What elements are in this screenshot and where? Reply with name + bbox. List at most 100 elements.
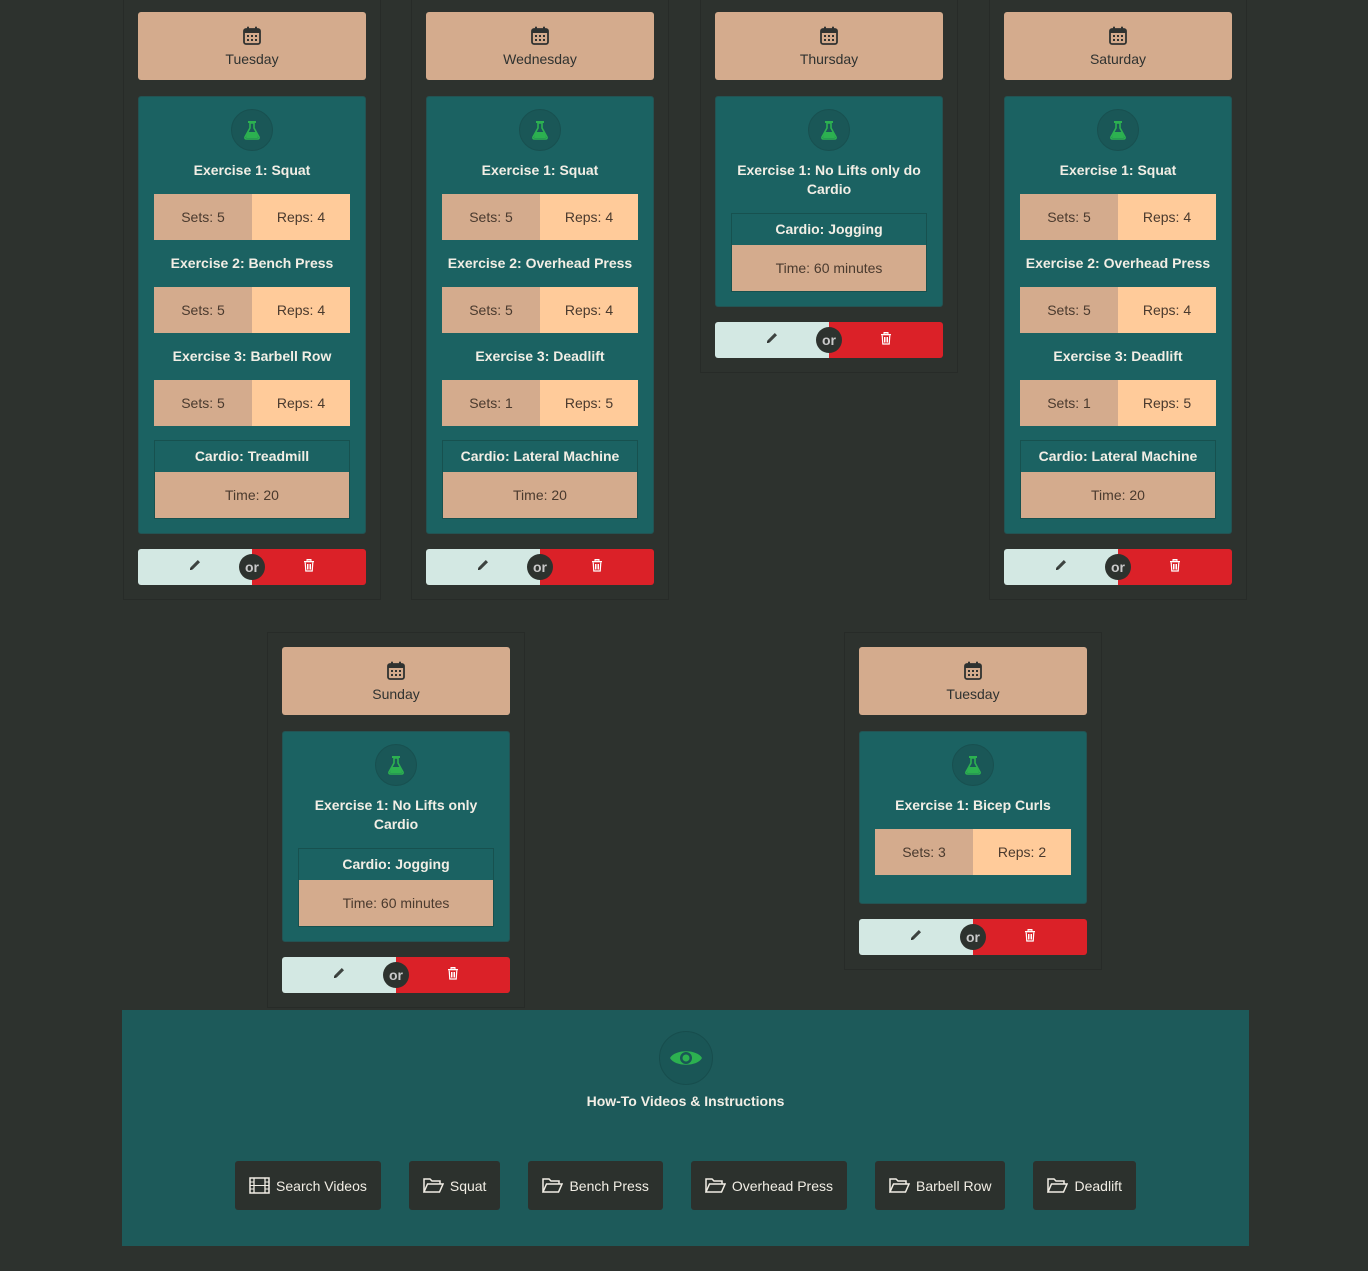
delete-button[interactable] — [252, 549, 366, 585]
folder-open-icon — [889, 1177, 910, 1194]
workout-panel: Exercise 1: Squat Sets: 5 Reps: 4 Exercise … — [426, 96, 654, 534]
exercise-title: Exercise 3: Barbell Row — [172, 348, 332, 364]
day-card: Wednesday Exercise 1: Squat Sets: 5 Reps: 4… — [411, 0, 669, 600]
video-folder-button[interactable]: Squat — [408, 1161, 501, 1210]
sets-reps-row: Sets: 5 Reps: 4 — [154, 194, 350, 240]
exercise-title: Exercise 1: No Lifts only do Cardio — [737, 162, 921, 197]
video-folder-button[interactable]: Bench Press — [528, 1161, 663, 1210]
day-header: Tuesday — [138, 12, 366, 80]
cardio-time: Time: 60 minutes — [299, 880, 493, 926]
trash-icon — [879, 331, 893, 350]
edit-button[interactable] — [859, 919, 973, 955]
workout-panel: Exercise 1: Squat Sets: 5 Reps: 4 Exercise … — [138, 96, 366, 534]
cardio-block: Cardio: Jogging Time: 60 minutes — [731, 213, 927, 292]
reps-value: Reps: 4 — [1118, 287, 1216, 333]
folder-open-icon — [422, 1177, 444, 1194]
sets-value: Sets: 1 — [442, 380, 540, 426]
sets-reps-row: Sets: 5 Reps: 4 — [1020, 194, 1216, 240]
flask-icon — [375, 744, 417, 786]
cardio-time: Time: 60 minutes — [732, 245, 926, 291]
cardio-block: Cardio: Lateral Machine Time: 20 — [442, 440, 638, 519]
film-icon — [249, 1177, 270, 1194]
exercise-title: Exercise 1: Squat — [1059, 162, 1177, 178]
cardio-time: Time: 20 — [155, 472, 349, 518]
card-actions: or — [715, 322, 943, 358]
day-card: Tuesday Exercise 1: Bicep Curls Sets: 3 Rep… — [844, 632, 1102, 970]
pencil-icon — [1054, 558, 1068, 577]
or-separator: or — [960, 924, 986, 950]
exercise-title: Exercise 3: Deadlift — [475, 348, 605, 364]
exercise-title: Exercise 2: Overhead Press — [1025, 255, 1211, 271]
or-separator: or — [816, 327, 842, 353]
card-actions: or — [1004, 549, 1232, 585]
pencil-icon — [188, 558, 202, 577]
exercise-title: Exercise 2: Overhead Press — [447, 255, 633, 271]
folder-open-icon — [704, 1177, 726, 1194]
cardio-time: Time: 20 — [1021, 472, 1215, 518]
delete-button[interactable] — [829, 322, 943, 358]
sets-value: Sets: 5 — [154, 380, 252, 426]
edit-button[interactable] — [1004, 549, 1118, 585]
cardio-block: Cardio: Lateral Machine Time: 20 — [1020, 440, 1216, 519]
delete-button[interactable] — [540, 549, 654, 585]
video-folder-button[interactable]: Overhead Press — [690, 1161, 847, 1210]
exercise-title: Exercise 1: Squat — [193, 162, 311, 178]
calendar-icon — [386, 661, 406, 686]
workout-panel: Exercise 1: No Lifts only do Cardio Cardi… — [715, 96, 943, 307]
sets-value: Sets: 5 — [442, 287, 540, 333]
calendar-icon — [819, 26, 839, 51]
day-card: Tuesday Exercise 1: Squat Sets: 5 Reps: 4 Ex… — [123, 0, 381, 600]
edit-button[interactable] — [426, 549, 540, 585]
workout-panel: Exercise 1: Squat Sets: 5 Reps: 4 Exercise … — [1004, 96, 1232, 534]
day-header: Thursday — [715, 12, 943, 80]
or-separator: or — [383, 962, 409, 988]
reps-value: Reps: 4 — [540, 287, 638, 333]
video-button-label: Deadlift — [1074, 1177, 1122, 1194]
delete-button[interactable] — [396, 957, 510, 993]
day-card: Sunday Exercise 1: No Lifts only Cardio Ca… — [267, 632, 525, 1008]
edit-button[interactable] — [282, 957, 396, 993]
flask-icon — [519, 109, 561, 151]
day-card: Saturday Exercise 1: Squat Sets: 5 Reps: 4E… — [989, 0, 1247, 600]
search-videos-button[interactable]: Search Videos — [235, 1161, 381, 1210]
trash-icon — [302, 558, 316, 577]
eye-icon — [658, 1031, 713, 1085]
pencil-icon — [476, 558, 490, 577]
sets-reps-row: Sets: 1 Reps: 5 — [442, 380, 638, 426]
day-label: Tuesday — [946, 685, 1000, 702]
howto-panel: How-To Videos & Instructions Search Vide… — [122, 1010, 1249, 1246]
video-button-label: Bench Press — [569, 1177, 649, 1194]
calendar-icon — [242, 26, 262, 51]
day-header: Wednesday — [426, 12, 654, 80]
reps-value: Reps: 5 — [540, 380, 638, 426]
day-label: Thursday — [799, 50, 859, 67]
sets-value: Sets: 5 — [442, 194, 540, 240]
folder-open-icon — [1047, 1177, 1069, 1194]
day-header: Saturday — [1004, 12, 1232, 80]
flask-icon — [1097, 109, 1139, 151]
exercise-title: Exercise 1: No Lifts only Cardio — [314, 797, 478, 832]
day-label: Sunday — [372, 685, 420, 702]
day-label: Wednesday — [503, 50, 577, 67]
day-card: Thursday Exercise 1: No Lifts only do Car… — [700, 0, 958, 373]
sets-reps-row: Sets: 3 Reps: 2 — [875, 829, 1071, 875]
video-folder-button[interactable]: Deadlift — [1033, 1161, 1136, 1210]
cardio-title: Cardio: Lateral Machine — [1038, 448, 1198, 464]
delete-button[interactable] — [1118, 549, 1232, 585]
delete-button[interactable] — [973, 919, 1087, 955]
exercise-title: Exercise 2: Bench Press — [170, 255, 334, 271]
reps-value: Reps: 4 — [1118, 194, 1216, 240]
cardio-block: Cardio: Treadmill Time: 20 — [154, 440, 350, 519]
pencil-icon — [332, 966, 346, 985]
cardio-title: Cardio: Treadmill — [194, 448, 310, 464]
reps-value: Reps: 2 — [973, 829, 1071, 875]
video-folder-button[interactable]: Barbell Row — [875, 1161, 1006, 1210]
edit-button[interactable] — [715, 322, 829, 358]
cardio-time: Time: 20 — [443, 472, 637, 518]
sets-reps-row: Sets: 1 Reps: 5 — [1020, 380, 1216, 426]
edit-button[interactable] — [138, 549, 252, 585]
video-button-label: Barbell Row — [916, 1177, 992, 1194]
pencil-icon — [909, 928, 923, 947]
video-button-label: Search Videos — [276, 1177, 367, 1194]
workout-panel: Exercise 1: Bicep Curls Sets: 3 Reps: 2 — [859, 731, 1087, 904]
